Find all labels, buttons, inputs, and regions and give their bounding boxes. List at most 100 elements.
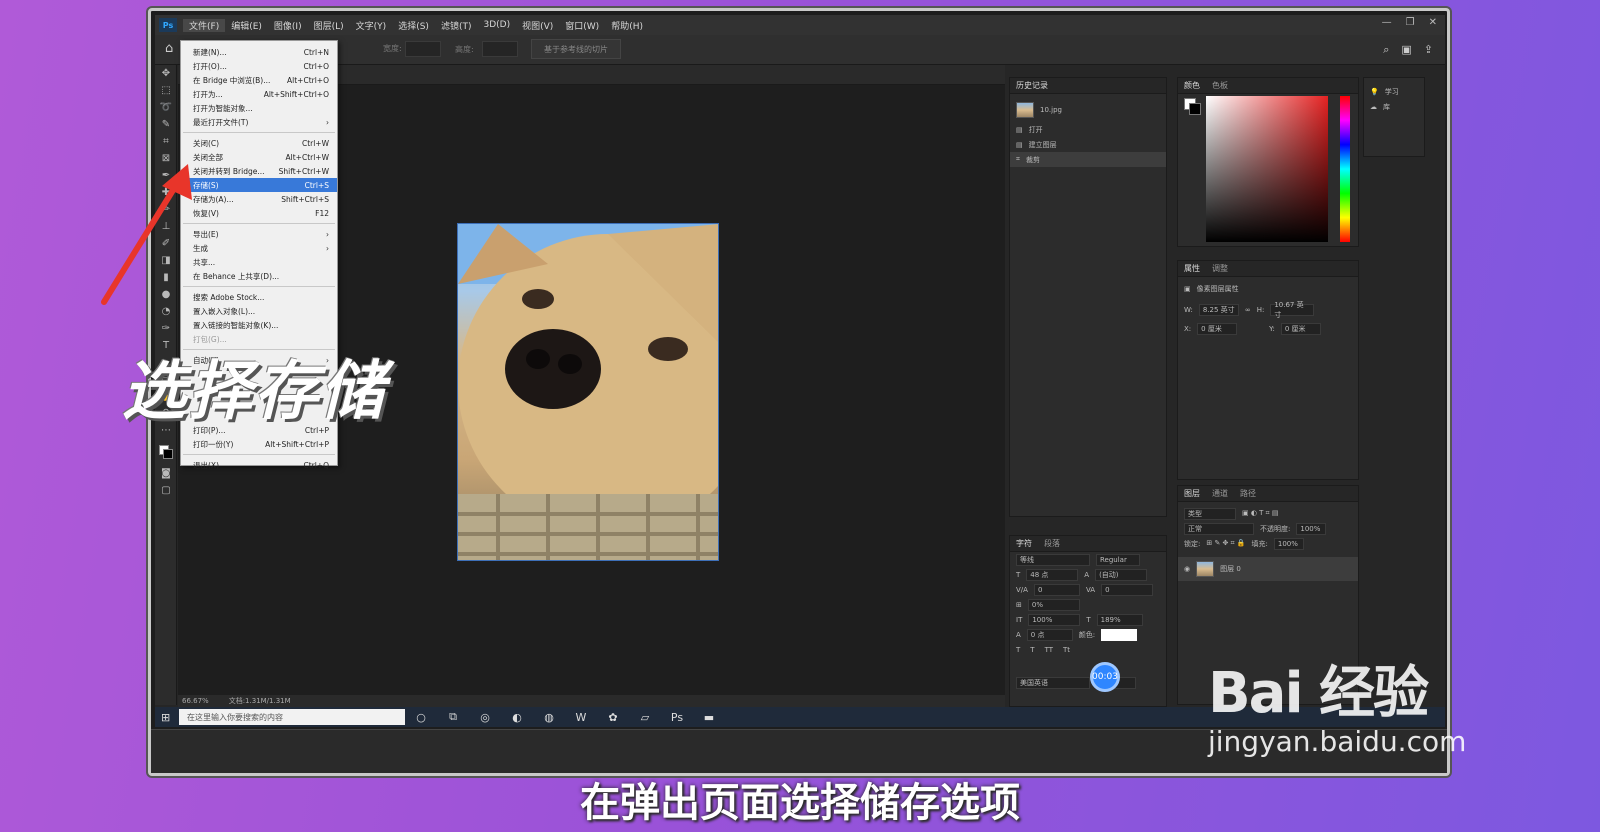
width-value[interactable]: 8.25 英寸 — [1198, 303, 1239, 316]
task-view-icon[interactable]: ⧉ — [437, 710, 469, 724]
file-menu-item[interactable]: 关闭(C) Ctrl+W — [181, 136, 337, 150]
opacity-input[interactable]: 100% — [1296, 522, 1327, 535]
app-icon[interactable]: ◍ — [533, 711, 565, 724]
blend-mode-select[interactable]: 正常 — [1184, 522, 1254, 535]
height-value[interactable]: 10.67 英寸 — [1270, 301, 1315, 319]
menu-help[interactable]: 帮助(H) — [605, 19, 649, 32]
tab-channels[interactable]: 通道 — [1212, 488, 1228, 499]
visibility-eye-icon[interactable]: ◉ — [1184, 565, 1190, 573]
file-menu-item[interactable]: 退出(X) Ctrl+Q — [181, 458, 337, 472]
scale-input[interactable]: 0% — [1027, 598, 1080, 611]
horizontal-scale-input[interactable]: 189% — [1096, 613, 1143, 626]
pen-tool-icon[interactable]: ✑ — [155, 320, 177, 337]
cortana-icon[interactable]: ○ — [405, 711, 437, 724]
history-item[interactable]: ▤ 打开 — [1010, 122, 1166, 137]
tab-layers[interactable]: 图层 — [1184, 488, 1200, 499]
home-icon[interactable]: ⌂ — [165, 41, 173, 56]
file-menu-item[interactable]: 打印一份(Y) Alt+Shift+Ctrl+P — [181, 437, 337, 451]
wps-icon[interactable]: W — [565, 711, 597, 724]
menu-window[interactable]: 窗口(W) — [559, 19, 605, 32]
folder-icon[interactable]: ▬ — [693, 711, 725, 724]
zoom-level[interactable]: 66.67% — [182, 697, 209, 705]
tracking-input[interactable]: 0 — [1101, 583, 1154, 596]
y-value[interactable]: 0 厘米 — [1280, 322, 1321, 335]
tab-adjustments[interactable]: 调整 — [1212, 263, 1228, 274]
minimize-icon[interactable]: — — [1382, 17, 1392, 28]
learn-item[interactable]: 💡 学习 — [1364, 84, 1424, 99]
color-field[interactable] — [1206, 96, 1328, 242]
filter-icons[interactable]: ▣ ◐ T ⌗ ▤ — [1242, 509, 1278, 518]
screen-mode-icon[interactable]: ▢ — [155, 482, 177, 499]
bold-icon[interactable]: T — [1016, 646, 1020, 654]
file-menu-item[interactable]: 打开为智能对象... — [181, 101, 337, 115]
color-swatches[interactable] — [158, 445, 173, 459]
tab-properties[interactable]: 属性 — [1184, 263, 1200, 274]
vertical-scale-input[interactable]: 100% — [1028, 613, 1081, 626]
font-family-select[interactable]: 等线 — [1016, 553, 1090, 566]
tab-character[interactable]: 字符 — [1016, 538, 1032, 549]
hue-slider[interactable] — [1340, 96, 1350, 242]
history-snapshot[interactable]: 10.jpg — [1010, 98, 1166, 122]
layer-filter-select[interactable]: 类型 — [1184, 507, 1236, 520]
font-size-input[interactable]: 48 点 — [1026, 568, 1079, 581]
file-menu-item[interactable]: 新建(N)... Ctrl+N — [181, 45, 337, 59]
library-item[interactable]: ☁ 库 — [1364, 99, 1424, 114]
menu-file[interactable]: 文件(F) — [183, 18, 226, 32]
menu-image[interactable]: 图像(I) — [268, 19, 308, 32]
fill-input[interactable]: 100% — [1273, 537, 1304, 550]
notes-icon[interactable]: ▱ — [629, 711, 661, 724]
menu-filter[interactable]: 滤镜(T) — [435, 19, 478, 32]
windows-start-icon[interactable]: ⊞ — [161, 711, 170, 724]
menu-select[interactable]: 选择(S) — [392, 19, 435, 32]
share-icon[interactable]: ⇪ — [1424, 43, 1433, 57]
tab-paragraph[interactable]: 段落 — [1044, 538, 1060, 549]
marquee-tool-icon[interactable]: ⬚ — [155, 82, 177, 99]
photos-icon[interactable]: ✿ — [597, 711, 629, 724]
close-icon[interactable]: ✕ — [1429, 17, 1437, 28]
tab-color[interactable]: 颜色 — [1184, 80, 1200, 91]
link-icon[interactable]: ∞ — [1245, 306, 1251, 314]
edge-icon[interactable]: ◐ — [501, 711, 533, 724]
lasso-tool-icon[interactable]: ➰ — [155, 99, 177, 116]
file-menu-item[interactable]: 置入链接的智能对象(K)... — [181, 318, 337, 332]
file-menu-item[interactable]: 在 Bridge 中浏览(B)... Alt+Ctrl+O — [181, 73, 337, 87]
language-select[interactable]: 美国英语 — [1016, 676, 1090, 689]
tab-paths[interactable]: 路径 — [1240, 488, 1256, 499]
background-swatch[interactable] — [1189, 103, 1201, 115]
lock-icons[interactable]: ⊞ ✎ ✥ ⌗ 🔒 — [1206, 539, 1245, 548]
menu-3d[interactable]: 3D(D) — [477, 20, 516, 30]
height-input[interactable] — [482, 41, 518, 57]
menu-layer[interactable]: 图层(L) — [308, 19, 350, 32]
menu-type[interactable]: 文字(Y) — [350, 19, 393, 32]
italic-icon[interactable]: T — [1030, 646, 1034, 654]
menu-view[interactable]: 视图(V) — [516, 19, 559, 32]
taskbar-search-input[interactable]: 在这里输入你要搜索的内容 — [179, 709, 405, 725]
search-icon[interactable]: ⌕ — [1383, 43, 1389, 57]
history-item[interactable]: ⌗ 裁剪 — [1010, 152, 1166, 167]
photoshop-taskbar-icon[interactable]: Ps — [661, 711, 693, 724]
restore-icon[interactable]: ❐ — [1406, 17, 1415, 28]
width-input[interactable] — [405, 41, 441, 57]
history-item[interactable]: ▤ 建立图层 — [1010, 137, 1166, 152]
quick-mask-icon[interactable]: ◙ — [155, 465, 177, 482]
tab-swatches[interactable]: 色板 — [1212, 80, 1228, 91]
kerning-input[interactable]: 0 — [1033, 583, 1080, 596]
browser-icon[interactable]: ◎ — [469, 711, 501, 724]
x-value[interactable]: 0 厘米 — [1197, 322, 1238, 335]
file-menu-item[interactable]: 打开为... Alt+Shift+Ctrl+O — [181, 87, 337, 101]
crop-tool-icon[interactable]: ⌗ — [155, 133, 177, 150]
smallcaps-icon[interactable]: Tt — [1063, 646, 1070, 654]
leading-input[interactable]: (自动) — [1095, 568, 1148, 581]
file-menu-item[interactable]: 最近打开文件(T) › — [181, 115, 337, 129]
baseline-input[interactable]: 0 点 — [1026, 628, 1073, 641]
layer-row[interactable]: ◉ 图层 0 — [1178, 557, 1358, 581]
menu-edit[interactable]: 编辑(E) — [225, 19, 268, 32]
font-style-select[interactable]: Regular — [1096, 553, 1140, 566]
text-color-swatch[interactable] — [1101, 628, 1138, 641]
file-menu-item[interactable]: 打开(O)... Ctrl+O — [181, 59, 337, 73]
move-tool-icon[interactable]: ✥ — [155, 65, 177, 82]
workspace-icon[interactable]: ▣ — [1401, 43, 1411, 57]
allcaps-icon[interactable]: TT — [1045, 646, 1053, 654]
tab-history[interactable]: 历史记录 — [1016, 80, 1048, 91]
doc-size[interactable]: 文档:1.31M/1.31M — [229, 696, 291, 706]
